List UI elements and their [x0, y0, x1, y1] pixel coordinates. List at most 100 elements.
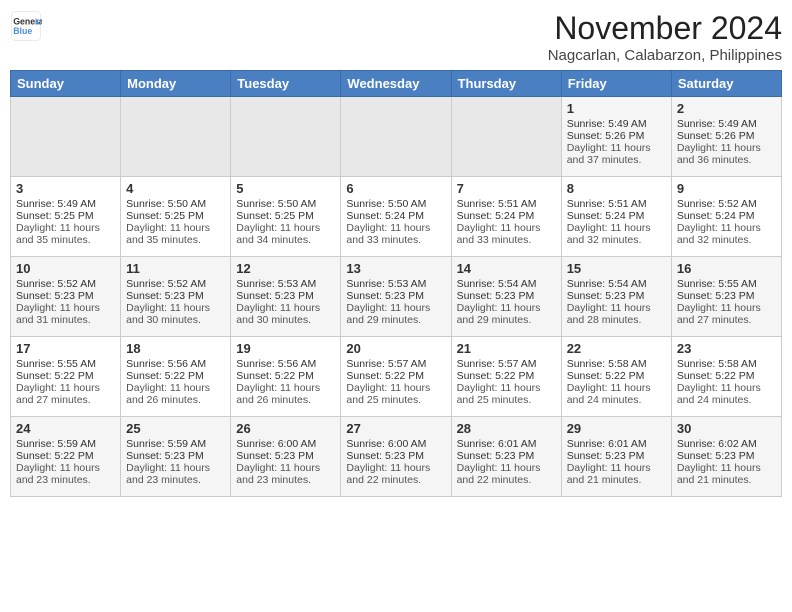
day-info: Sunset: 5:22 PM	[457, 370, 556, 382]
logo-icon: General Blue	[10, 10, 42, 42]
day-info: Daylight: 11 hours and 26 minutes.	[236, 382, 335, 406]
day-info: Daylight: 11 hours and 24 minutes.	[567, 382, 666, 406]
day-number: 2	[677, 101, 776, 116]
title-block: November 2024 Nagcarlan, Calabarzon, Phi…	[548, 10, 782, 64]
calendar-cell: 26Sunrise: 6:00 AMSunset: 5:23 PMDayligh…	[231, 417, 341, 497]
day-info: Sunset: 5:22 PM	[16, 450, 115, 462]
day-info: Daylight: 11 hours and 32 minutes.	[567, 222, 666, 246]
day-info: Sunrise: 5:56 AM	[126, 358, 225, 370]
day-info: Sunrise: 6:01 AM	[567, 438, 666, 450]
day-info: Sunset: 5:23 PM	[346, 290, 445, 302]
calendar-cell: 1Sunrise: 5:49 AMSunset: 5:26 PMDaylight…	[561, 97, 671, 177]
day-info: Sunset: 5:23 PM	[457, 290, 556, 302]
day-info: Sunset: 5:23 PM	[126, 290, 225, 302]
day-info: Daylight: 11 hours and 34 minutes.	[236, 222, 335, 246]
calendar-cell: 3Sunrise: 5:49 AMSunset: 5:25 PMDaylight…	[11, 177, 121, 257]
day-info: Sunset: 5:24 PM	[677, 210, 776, 222]
day-info: Sunrise: 5:55 AM	[16, 358, 115, 370]
day-number: 14	[457, 261, 556, 276]
day-info: Sunrise: 6:00 AM	[236, 438, 335, 450]
day-number: 26	[236, 421, 335, 436]
day-info: Daylight: 11 hours and 23 minutes.	[126, 462, 225, 486]
calendar-week-3: 10Sunrise: 5:52 AMSunset: 5:23 PMDayligh…	[11, 257, 782, 337]
calendar-cell: 22 Sunrise: 5:58 AMSunset: 5:22 PMDayligh…	[561, 337, 671, 417]
day-info: Sunrise: 5:58 AM	[567, 358, 666, 370]
day-header-monday: Monday	[121, 71, 231, 97]
day-number: 4	[126, 181, 225, 196]
day-info: Daylight: 11 hours and 22 minutes.	[457, 462, 556, 486]
calendar-week-4: 17Sunrise: 5:55 AMSunset: 5:22 PMDayligh…	[11, 337, 782, 417]
day-info: Sunset: 5:26 PM	[567, 130, 666, 142]
calendar-cell	[341, 97, 451, 177]
calendar-cell: 18Sunrise: 5:56 AMSunset: 5:22 PMDayligh…	[121, 337, 231, 417]
calendar-cell	[451, 97, 561, 177]
day-info: Sunrise: 5:51 AM	[457, 198, 556, 210]
calendar-cell: 9Sunrise: 5:52 AMSunset: 5:24 PMDaylight…	[671, 177, 781, 257]
day-info: Sunrise: 6:02 AM	[677, 438, 776, 450]
day-number: 27	[346, 421, 445, 436]
day-number: 9	[677, 181, 776, 196]
day-info: Sunset: 5:22 PM	[236, 370, 335, 382]
day-number: 16	[677, 261, 776, 276]
day-number: 29	[567, 421, 666, 436]
calendar-cell: 23Sunrise: 5:58 AMSunset: 5:22 PMDayligh…	[671, 337, 781, 417]
calendar-cell: 21Sunrise: 5:57 AMSunset: 5:22 PMDayligh…	[451, 337, 561, 417]
calendar-week-5: 24Sunrise: 5:59 AMSunset: 5:22 PMDayligh…	[11, 417, 782, 497]
calendar-cell: 19Sunrise: 5:56 AMSunset: 5:22 PMDayligh…	[231, 337, 341, 417]
calendar-cell: 6Sunrise: 5:50 AMSunset: 5:24 PMDaylight…	[341, 177, 451, 257]
calendar-cell: 13Sunrise: 5:53 AMSunset: 5:23 PMDayligh…	[341, 257, 451, 337]
day-number: 3	[16, 181, 115, 196]
calendar-header-row: SundayMondayTuesdayWednesdayThursdayFrid…	[11, 71, 782, 97]
day-number: 22	[567, 341, 666, 356]
day-info: Sunrise: 5:59 AM	[126, 438, 225, 450]
calendar-cell: 24Sunrise: 5:59 AMSunset: 5:22 PMDayligh…	[11, 417, 121, 497]
day-info: Daylight: 11 hours and 32 minutes.	[677, 222, 776, 246]
calendar-cell: 2Sunrise: 5:49 AMSunset: 5:26 PMDaylight…	[671, 97, 781, 177]
day-info: Sunrise: 5:57 AM	[457, 358, 556, 370]
day-info: Sunrise: 5:50 AM	[236, 198, 335, 210]
calendar-cell: 20Sunrise: 5:57 AMSunset: 5:22 PMDayligh…	[341, 337, 451, 417]
day-info: Sunset: 5:22 PM	[567, 370, 666, 382]
day-number: 5	[236, 181, 335, 196]
day-info: Sunrise: 5:56 AM	[236, 358, 335, 370]
day-header-sunday: Sunday	[11, 71, 121, 97]
day-info: Sunrise: 6:00 AM	[346, 438, 445, 450]
day-number: 1	[567, 101, 666, 116]
calendar-week-2: 3Sunrise: 5:49 AMSunset: 5:25 PMDaylight…	[11, 177, 782, 257]
day-header-tuesday: Tuesday	[231, 71, 341, 97]
calendar-cell: 30Sunrise: 6:02 AMSunset: 5:23 PMDayligh…	[671, 417, 781, 497]
day-info: Daylight: 11 hours and 30 minutes.	[236, 302, 335, 326]
day-info: Daylight: 11 hours and 25 minutes.	[346, 382, 445, 406]
calendar-cell: 5Sunrise: 5:50 AMSunset: 5:25 PMDaylight…	[231, 177, 341, 257]
calendar-cell	[121, 97, 231, 177]
day-info: Sunset: 5:23 PM	[677, 450, 776, 462]
day-number: 15	[567, 261, 666, 276]
day-number: 20	[346, 341, 445, 356]
page-title: November 2024	[548, 10, 782, 47]
day-info: Sunrise: 5:54 AM	[567, 278, 666, 290]
calendar-cell	[11, 97, 121, 177]
day-number: 7	[457, 181, 556, 196]
day-info: Daylight: 11 hours and 21 minutes.	[567, 462, 666, 486]
day-info: Sunset: 5:25 PM	[126, 210, 225, 222]
day-info: Daylight: 11 hours and 26 minutes.	[126, 382, 225, 406]
day-info: Daylight: 11 hours and 36 minutes.	[677, 142, 776, 166]
page-header: General Blue November 2024 Nagcarlan, Ca…	[10, 10, 782, 64]
day-header-wednesday: Wednesday	[341, 71, 451, 97]
day-info: Sunset: 5:22 PM	[16, 370, 115, 382]
day-number: 11	[126, 261, 225, 276]
day-number: 21	[457, 341, 556, 356]
day-info: Sunset: 5:23 PM	[236, 450, 335, 462]
day-info: Daylight: 11 hours and 30 minutes.	[126, 302, 225, 326]
day-info: Daylight: 11 hours and 33 minutes.	[346, 222, 445, 246]
day-info: Sunset: 5:23 PM	[16, 290, 115, 302]
day-info: Daylight: 11 hours and 35 minutes.	[126, 222, 225, 246]
day-info: Sunrise: 5:55 AM	[677, 278, 776, 290]
page-subtitle: Nagcarlan, Calabarzon, Philippines	[548, 47, 782, 64]
calendar-cell: 17Sunrise: 5:55 AMSunset: 5:22 PMDayligh…	[11, 337, 121, 417]
day-info: Sunset: 5:26 PM	[677, 130, 776, 142]
day-number: 18	[126, 341, 225, 356]
day-number: 10	[16, 261, 115, 276]
day-info: Sunrise: 5:50 AM	[346, 198, 445, 210]
day-info: Sunset: 5:23 PM	[236, 290, 335, 302]
